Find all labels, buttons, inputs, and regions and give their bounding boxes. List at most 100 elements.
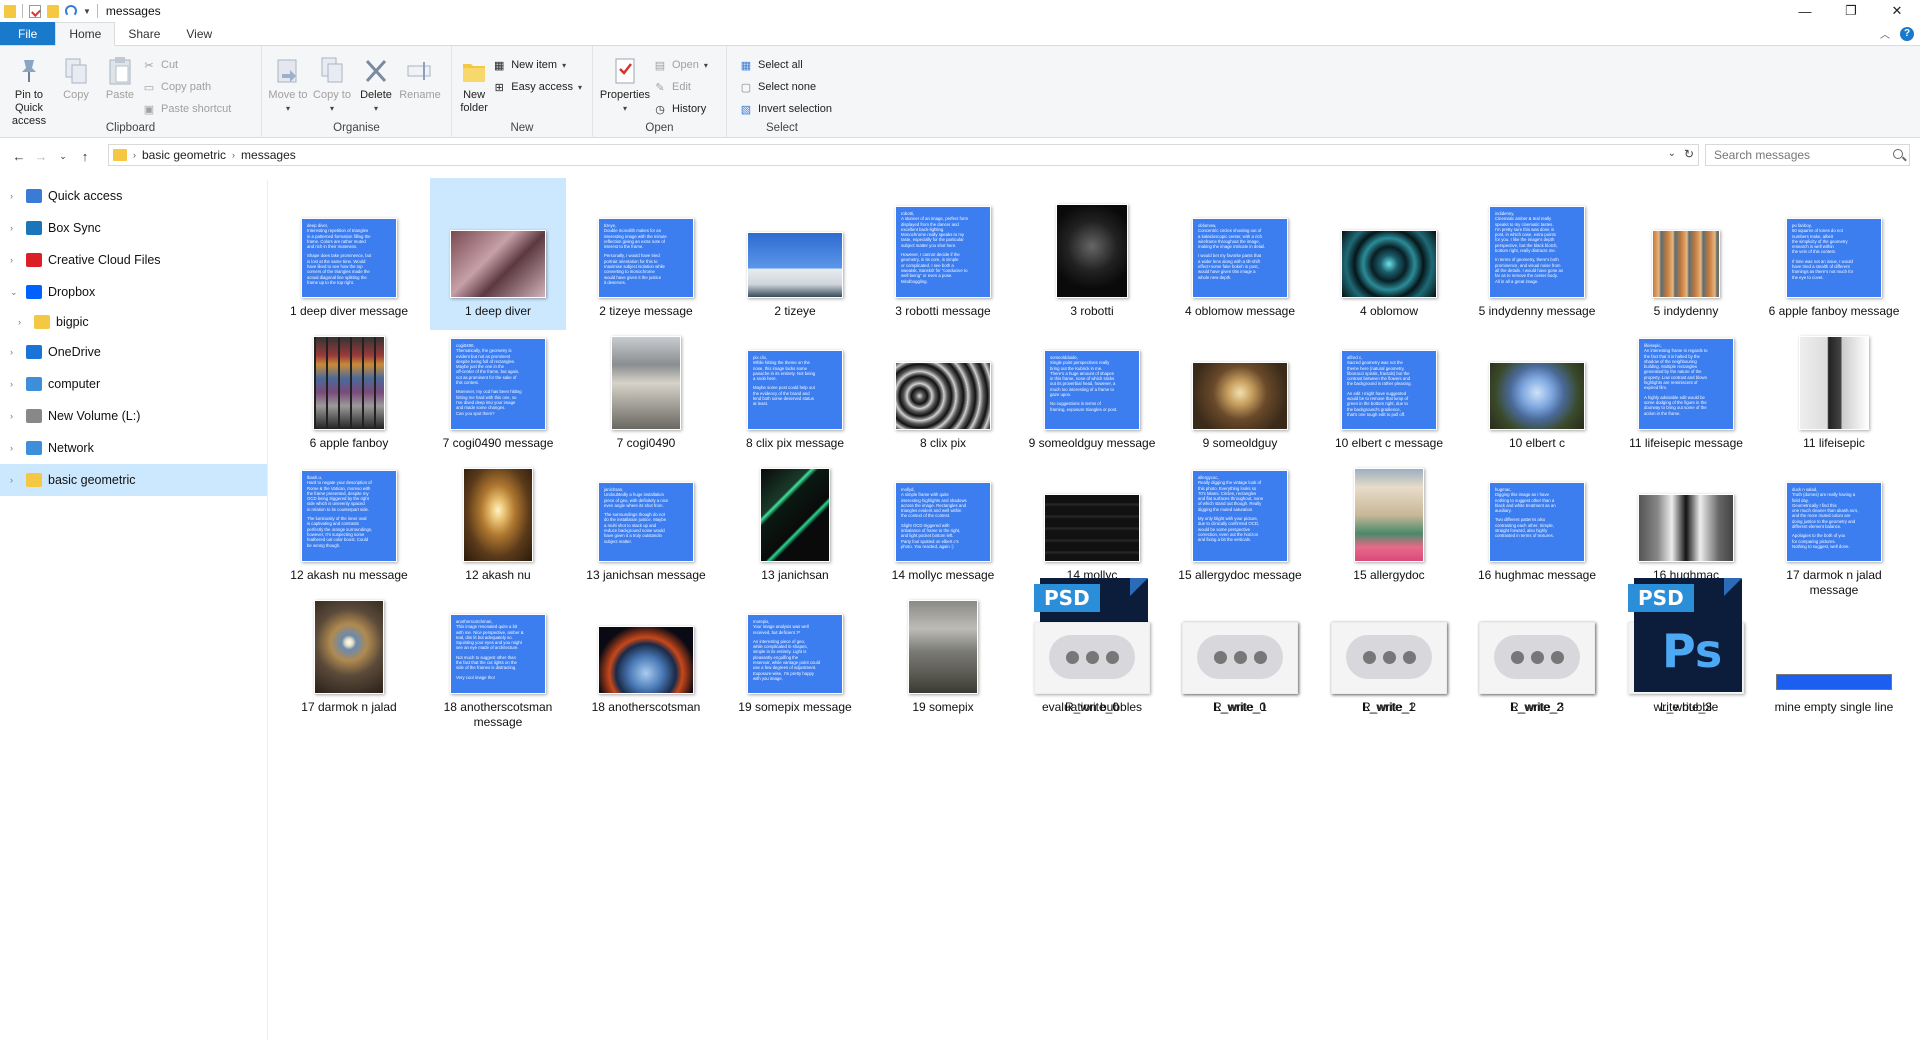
message-thumbnail-item[interactable]: tizeye, Double monolith makes for an inter…: [578, 178, 714, 330]
photo-thumbnail-item[interactable]: 12 akash nu: [430, 442, 566, 594]
nav-item-computer[interactable]: › computer: [0, 368, 267, 400]
invert-selection-button[interactable]: ▧ Invert selection: [739, 100, 832, 118]
message-thumbnail-item[interactable]: allergycoc, Really digging the vintage lo…: [1172, 442, 1308, 594]
photo-thumbnail-item[interactable]: 11 lifeisepic: [1766, 310, 1902, 462]
photo-thumbnail-item[interactable]: 19 somepix: [875, 574, 1011, 726]
chevron-right-icon[interactable]: ›: [10, 347, 22, 357]
photo-thumbnail-item[interactable]: 18 anotherscotsman: [578, 574, 714, 726]
chevron-right-icon[interactable]: ›: [10, 255, 22, 265]
photo-thumbnail-item[interactable]: 7 cogi0490: [578, 310, 714, 462]
chevron-down-icon[interactable]: ⌄: [1668, 148, 1676, 159]
message-thumbnail-item[interactable]: indidenny, Cinematic amber & teal really s…: [1469, 178, 1605, 330]
edit-button[interactable]: ✎ Edit: [653, 78, 708, 96]
photo-thumbnail-item[interactable]: 3 robotti: [1024, 178, 1160, 330]
bubble-file-item[interactable]: mine empty single line: [1766, 574, 1902, 726]
new-folder-icon[interactable]: [47, 4, 59, 18]
photo-thumbnail-item[interactable]: 4 oblomow: [1321, 178, 1457, 330]
bubble-file-item[interactable]: R_write_2: [1321, 574, 1457, 726]
properties-icon[interactable]: [29, 4, 41, 18]
photo-thumbnail-item[interactable]: 17 darmok n jalad: [281, 574, 417, 726]
cut-button[interactable]: ✂ Cut: [142, 56, 231, 74]
chevron-right-icon[interactable]: ›: [133, 150, 136, 160]
photo-thumbnail-item[interactable]: 2 tizeye: [727, 178, 863, 330]
maximize-button[interactable]: ❐: [1828, 0, 1874, 22]
message-thumbnail-item[interactable]: deep diver, Interesting repetition of tri…: [281, 178, 417, 330]
message-thumbnail-item[interactable]: morepix, Your image analysis was well rece…: [727, 574, 863, 726]
nav-item-dropbox[interactable]: ⌄ Dropbox: [0, 276, 267, 308]
back-arrow-icon[interactable]: ←: [8, 149, 30, 164]
photo-thumbnail-item[interactable]: 1 deep diver: [430, 178, 566, 330]
photo-thumbnail-item[interactable]: 9 someoldguy: [1172, 310, 1308, 462]
chevron-down-icon[interactable]: ▼: [83, 7, 91, 16]
nav-item-new-volume-l[interactable]: › New Volume (L:): [0, 400, 267, 432]
photo-thumbnail-item[interactable]: 13 janichsan: [727, 442, 863, 594]
message-thumbnail-item[interactable]: robotti, A stunner of an image, perfect f…: [875, 178, 1011, 330]
message-thumbnail-item[interactable]: janichsan, Undoubtedly a huge installatio…: [578, 442, 714, 594]
close-button[interactable]: ✕: [1874, 0, 1920, 22]
nav-item-bigpic[interactable]: › bigpic: [0, 308, 267, 336]
forward-arrow-icon[interactable]: →: [30, 149, 52, 164]
message-thumbnail-item[interactable]: oblomow, Concentric circles shooting out …: [1172, 178, 1308, 330]
undo-icon[interactable]: [65, 5, 77, 17]
photo-thumbnail-item[interactable]: 8 clix pix: [875, 310, 1011, 462]
chevron-right-icon[interactable]: ›: [10, 191, 22, 201]
paste-shortcut-button[interactable]: ▣ Paste shortcut: [142, 100, 232, 118]
easy-access-button[interactable]: ⊞ Easy access ▾: [492, 78, 582, 96]
search-input[interactable]: Search messages: [1705, 144, 1910, 166]
tab-file[interactable]: File: [0, 22, 56, 45]
tab-home[interactable]: Home: [55, 22, 116, 46]
message-thumbnail-item[interactable]: duck n salad, Truth (domes) are really ha…: [1766, 442, 1902, 597]
bubble-file-item[interactable]: R_write_3: [1469, 574, 1605, 726]
recent-locations-icon[interactable]: ⌄: [52, 151, 74, 162]
photo-thumbnail-item[interactable]: 5 indydenny: [1618, 178, 1754, 330]
collapse-ribbon-icon[interactable]: ︿: [1880, 26, 1890, 41]
message-thumbnail-item[interactable]: lbash.u, Hard to negate your description …: [281, 442, 417, 594]
message-thumbnail-item[interactable]: alfred c, Sacred geometry was not the them…: [1321, 310, 1457, 462]
address-bar[interactable]: › basic geometric › messages ⌄ ↻: [108, 144, 1699, 166]
chevron-right-icon[interactable]: ›: [10, 223, 22, 233]
message-thumbnail-item[interactable]: anotherscotchman, This image resonated qu…: [430, 574, 566, 729]
minimize-button[interactable]: —: [1782, 0, 1828, 22]
message-thumbnail-item[interactable]: lifeisepic, An interesting frame in regar…: [1618, 310, 1754, 462]
chevron-right-icon[interactable]: ›: [10, 475, 22, 485]
message-thumbnail-item[interactable]: po fanboy, 50 squares of tones do not numb…: [1766, 178, 1902, 330]
message-thumbnail-item[interactable]: cogi0490, Thematically, the geometry is ev…: [430, 310, 566, 462]
history-button[interactable]: ◷ History: [653, 100, 708, 118]
nav-item-onedrive[interactable]: › OneDrive: [0, 336, 267, 368]
new-item-button[interactable]: ▦ New item ▾: [492, 56, 582, 74]
nav-item-basic-geometric[interactable]: › basic geometric: [0, 464, 267, 496]
nav-item-box-sync[interactable]: › Box Sync: [0, 212, 267, 244]
tab-share[interactable]: Share: [115, 22, 173, 45]
open-button[interactable]: ▤ Open ▾: [653, 56, 708, 74]
psd-file-item[interactable]: PSD Ps write bubble: [1618, 574, 1754, 726]
photo-thumbnail-item[interactable]: 15 allergydoc: [1321, 442, 1457, 594]
photo-thumbnail-item[interactable]: 6 apple fanboy: [281, 310, 417, 462]
chevron-right-icon[interactable]: ›: [10, 411, 22, 421]
select-all-button[interactable]: ▦ Select all: [739, 56, 832, 74]
photo-thumbnail-item[interactable]: 16 hughmac: [1618, 442, 1754, 594]
message-thumbnail-item[interactable]: someoldduide, Single point perspectives r…: [1024, 310, 1160, 462]
breadcrumb-messages[interactable]: messages: [241, 148, 296, 162]
message-thumbnail-item[interactable]: mollyd, A simple frame with quite interest…: [875, 442, 1011, 594]
message-thumbnail-item[interactable]: hugmac, Digging this image as I have nothi…: [1469, 442, 1605, 594]
chevron-down-icon[interactable]: ⌄: [10, 287, 22, 298]
nav-item-network[interactable]: › Network: [0, 432, 267, 464]
tab-view[interactable]: View: [173, 22, 225, 45]
breadcrumb-basic-geometric[interactable]: basic geometric: [142, 148, 226, 162]
chevron-right-icon[interactable]: ›: [232, 150, 235, 160]
photo-thumbnail-item[interactable]: 10 elbert c: [1469, 310, 1605, 462]
up-arrow-icon[interactable]: ↑: [74, 149, 96, 164]
nav-item-quick-access[interactable]: › Quick access: [0, 180, 267, 212]
bubble-file-item[interactable]: R_write_1: [1172, 574, 1308, 726]
message-thumbnail-item[interactable]: pix clix, While hitting the theme on the n…: [727, 310, 863, 462]
chevron-right-icon[interactable]: ›: [10, 379, 22, 389]
copy-path-button[interactable]: ▭ Copy path: [142, 78, 231, 96]
bubble-file-item[interactable]: R_write_0: [1024, 574, 1160, 726]
chevron-right-icon[interactable]: ›: [10, 443, 22, 453]
help-icon[interactable]: ?: [1900, 26, 1914, 41]
select-none-button[interactable]: ▢ Select none: [739, 78, 832, 96]
refresh-icon[interactable]: ↻: [1684, 147, 1694, 161]
chevron-right-icon[interactable]: ›: [18, 317, 30, 327]
photo-thumbnail-item[interactable]: 14 mollyc: [1024, 442, 1160, 594]
nav-item-creative-cloud-files[interactable]: › Creative Cloud Files: [0, 244, 267, 276]
